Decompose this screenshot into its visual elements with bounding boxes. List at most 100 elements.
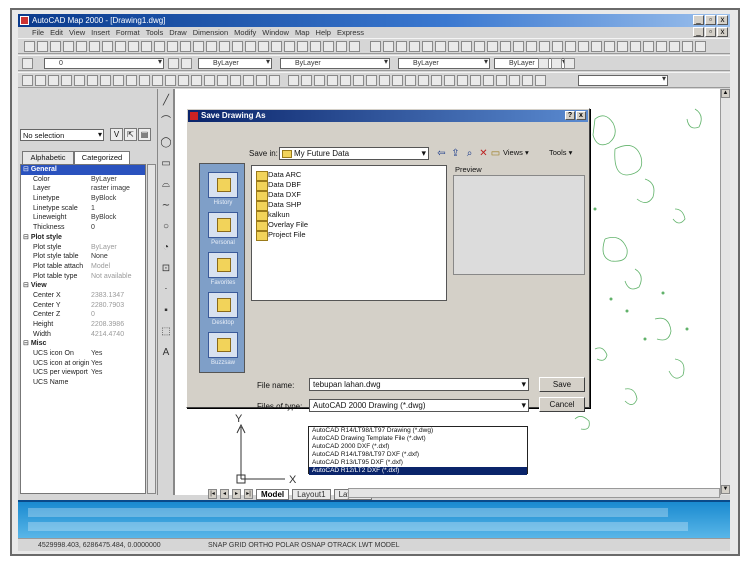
standard-tool-icon[interactable] (370, 41, 381, 52)
next-tab-icon[interactable]: ▸ (232, 489, 241, 499)
standard-tool-icon[interactable] (695, 41, 706, 52)
map-tool-icon[interactable] (165, 75, 176, 86)
standard-tool-icon[interactable] (487, 41, 498, 52)
file-item[interactable]: kalkun (256, 210, 290, 221)
standard-tool-icon[interactable] (219, 41, 230, 52)
rectangle-icon[interactable]: ▭ (160, 158, 172, 170)
standard-tool-icon[interactable] (656, 41, 667, 52)
property-row[interactable]: Layer raster image (21, 184, 145, 194)
standard-tool-icon[interactable] (435, 41, 446, 52)
ellipse-icon[interactable]: ○ (160, 221, 172, 233)
file-list[interactable]: Data ARC Data DBF Data DXF Data SHP kalkun Ov… (251, 165, 447, 301)
file-type-option[interactable]: AutoCAD Drawing Template File (*.dwt) (309, 435, 527, 443)
map-tool-icon[interactable] (366, 75, 377, 86)
standard-tool-icon[interactable] (24, 41, 35, 52)
standard-tool-icon[interactable] (63, 41, 74, 52)
map-query-combo[interactable] (578, 74, 668, 86)
properties-scrollbar[interactable] (147, 164, 156, 494)
file-type-option[interactable]: AutoCAD R14/LT98/LT97 DXF (*.dxf) (309, 451, 527, 459)
map-tool-icon[interactable] (496, 75, 507, 86)
file-type-option[interactable]: AutoCAD R14/LT98/LT97 Drawing (*.dwg) (309, 427, 527, 435)
menu-format[interactable]: Format (116, 27, 140, 38)
map-tool-icon[interactable] (535, 75, 546, 86)
map-tool-icon[interactable] (392, 75, 403, 86)
line-icon[interactable]: ╱ (160, 95, 172, 107)
standard-tool-icon[interactable] (669, 41, 680, 52)
standard-tool-icon[interactable] (617, 41, 628, 52)
file-item[interactable]: Overlay File (256, 220, 308, 231)
views-menu-button[interactable]: Views ▾ (503, 148, 529, 157)
layer-tool-icon[interactable] (538, 58, 549, 69)
quick-select-icon[interactable]: V (110, 128, 123, 141)
property-section[interactable]: Misc (21, 339, 145, 349)
property-row[interactable]: Center X 2383.1347 (21, 291, 145, 301)
standard-tool-icon[interactable] (349, 41, 360, 52)
standard-tool-icon[interactable] (526, 41, 537, 52)
map-tool-icon[interactable] (74, 75, 85, 86)
standard-tool-icon[interactable] (37, 41, 48, 52)
file-item[interactable]: Data SHP (256, 200, 301, 211)
file-item[interactable]: Project File (256, 230, 306, 241)
standard-tool-icon[interactable] (310, 41, 321, 52)
map-tool-icon[interactable] (152, 75, 163, 86)
property-section[interactable]: Plot style (21, 233, 145, 243)
layer-combo[interactable]: 0 (44, 57, 164, 69)
layer-tool-icon[interactable] (22, 58, 33, 69)
select-objects-icon[interactable]: ⇱ (124, 128, 137, 141)
property-row[interactable]: UCS icon at origin Yes (21, 359, 145, 369)
standard-tool-icon[interactable] (76, 41, 87, 52)
prev-tab-icon[interactable]: ◂ (220, 489, 229, 499)
spline-icon[interactable]: ∼ (160, 200, 172, 212)
close-button[interactable]: x (717, 15, 728, 25)
map-tool-icon[interactable] (418, 75, 429, 86)
standard-tool-icon[interactable] (500, 41, 511, 52)
standard-tool-icon[interactable] (552, 41, 563, 52)
up-folder-icon[interactable]: ⇪ (449, 147, 462, 160)
map-tool-icon[interactable] (301, 75, 312, 86)
standard-tool-icon[interactable] (474, 41, 485, 52)
standard-tool-icon[interactable] (461, 41, 472, 52)
file-item[interactable]: Data ARC (256, 170, 301, 181)
circle-icon[interactable]: ◯ (160, 137, 172, 149)
map-tool-icon[interactable] (483, 75, 494, 86)
map-tool-icon[interactable] (217, 75, 228, 86)
selection-combo[interactable]: No selection (20, 129, 104, 141)
property-row[interactable]: Plot table attach Model (21, 262, 145, 272)
standard-tool-icon[interactable] (323, 41, 334, 52)
map-tool-icon[interactable] (405, 75, 416, 86)
save-button[interactable]: Save (539, 377, 585, 392)
standard-tool-icon[interactable] (115, 41, 126, 52)
layer-tool-icon[interactable] (168, 58, 179, 69)
map-tool-icon[interactable] (256, 75, 267, 86)
menu-file[interactable]: File (32, 27, 44, 38)
property-row[interactable]: Center Z 0 (21, 310, 145, 320)
drafting-mode-buttons[interactable]: SNAP GRID ORTHO POLAR OSNAP OTRACK LWT M… (208, 539, 400, 551)
map-tool-icon[interactable] (269, 75, 280, 86)
menu-modify[interactable]: Modify (234, 27, 256, 38)
map-tool-icon[interactable] (87, 75, 98, 86)
map-tool-icon[interactable] (457, 75, 468, 86)
standard-tool-icon[interactable] (154, 41, 165, 52)
map-tool-icon[interactable] (379, 75, 390, 86)
map-tool-icon[interactable] (35, 75, 46, 86)
property-row[interactable]: Linetype ByBlock (21, 194, 145, 204)
map-tool-icon[interactable] (431, 75, 442, 86)
property-row[interactable]: Plot style table None (21, 252, 145, 262)
menu-tools[interactable]: Tools (146, 27, 164, 38)
map-tool-icon[interactable] (444, 75, 455, 86)
tab-alphabetic[interactable]: Alphabetic (22, 151, 74, 164)
standard-tool-icon[interactable] (578, 41, 589, 52)
menu-help[interactable]: Help (316, 27, 331, 38)
standard-tool-icon[interactable] (232, 41, 243, 52)
map-tool-icon[interactable] (340, 75, 351, 86)
standard-tool-icon[interactable] (141, 41, 152, 52)
standard-tool-icon[interactable] (565, 41, 576, 52)
polyline-icon[interactable]: ⌓ (160, 179, 172, 191)
map-tool-icon[interactable] (204, 75, 215, 86)
standard-tool-icon[interactable] (396, 41, 407, 52)
menu-insert[interactable]: Insert (91, 27, 110, 38)
block-icon[interactable]: ⊡ (160, 263, 172, 275)
property-row[interactable]: Width 4214.4740 (21, 330, 145, 340)
standard-tool-icon[interactable] (448, 41, 459, 52)
standard-tool-icon[interactable] (50, 41, 61, 52)
